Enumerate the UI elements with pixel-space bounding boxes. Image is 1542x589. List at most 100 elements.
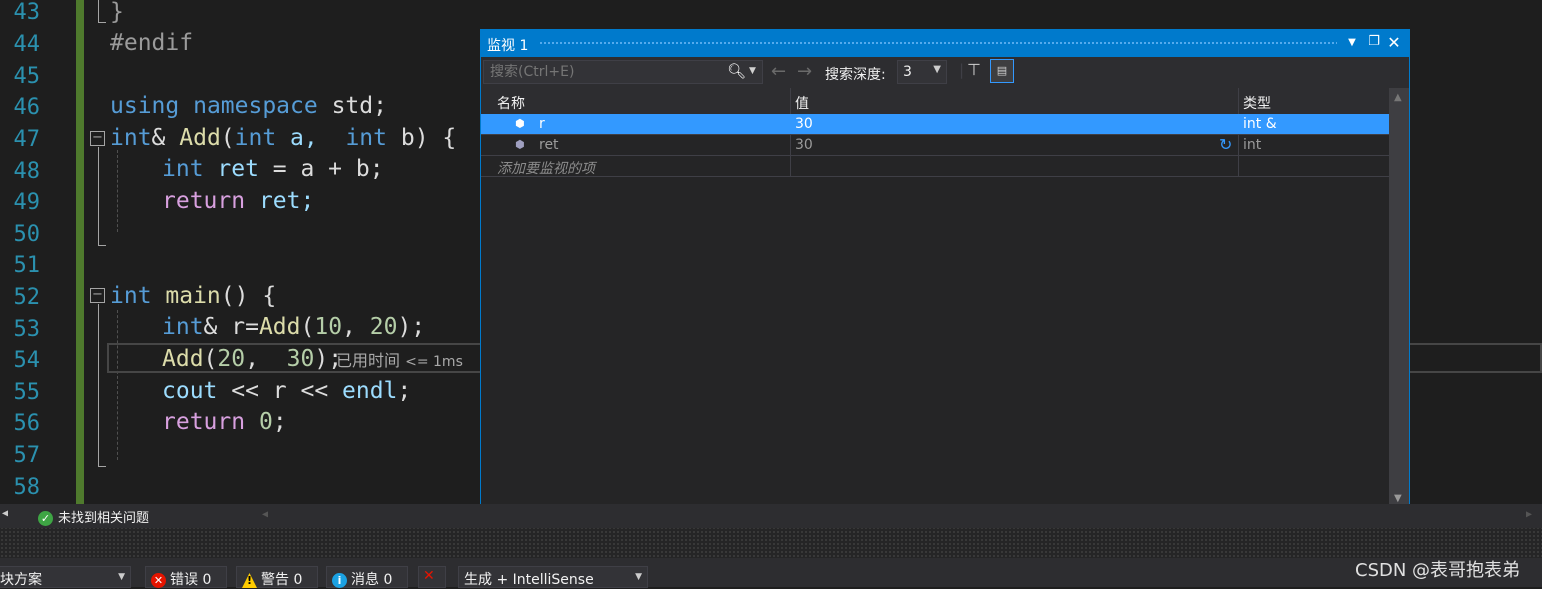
watch-row[interactable]: ⬢ r 30 int & xyxy=(481,114,1389,135)
line-number: 49 xyxy=(13,190,41,215)
solution-scope-label: 块方案 xyxy=(0,572,42,588)
add-watch-row[interactable]: 添加要监视的项 xyxy=(481,156,1389,177)
vertical-scrollbar[interactable]: ▲ ▼ xyxy=(1389,88,1409,508)
scroll-left-icon[interactable]: ◀ xyxy=(262,509,268,520)
scroll-down-icon[interactable]: ▼ xyxy=(1394,493,1402,504)
collapse-icon[interactable]: − xyxy=(90,288,105,303)
variable-icon: ⬢ xyxy=(515,117,525,130)
line-number: 57 xyxy=(13,443,41,468)
search-depth-label: 搜索深度: xyxy=(825,67,886,83)
errors-filter-button[interactable]: ✕ 错误 0 xyxy=(145,566,227,588)
add-watch-placeholder: 添加要监视的项 xyxy=(497,161,595,177)
code-token: ret xyxy=(203,156,273,182)
code-token: , xyxy=(245,346,287,372)
forward-arrow-icon[interactable]: → xyxy=(797,61,812,82)
code-token: << r << xyxy=(217,378,343,404)
check-icon: ✓ xyxy=(38,511,53,526)
code-token: Add xyxy=(179,125,221,151)
watch-grid-header: 名称 值 类型 xyxy=(481,88,1389,114)
code-token: cout xyxy=(162,378,218,404)
perf-tip-value: <= 1ms xyxy=(405,354,463,370)
line-number: 50 xyxy=(13,222,41,247)
watch-row-name: ret xyxy=(539,137,559,153)
code-token: ( xyxy=(220,125,235,151)
code-token: Add xyxy=(162,346,204,372)
code-token: = a + b; xyxy=(272,156,384,182)
watch-title-bar[interactable]: 监视 1 ▼ ❐ ✕ xyxy=(481,30,1409,57)
error-icon: ✕ xyxy=(151,573,166,588)
view-format-icon[interactable]: ▤ xyxy=(990,59,1014,83)
code-token: namespace xyxy=(179,93,332,119)
column-header-value[interactable]: 值 xyxy=(795,93,809,113)
chevron-down-icon: ▼ xyxy=(118,572,125,582)
close-icon[interactable]: ✕ xyxy=(1385,33,1403,52)
code-line: return 0; xyxy=(162,406,287,438)
maximize-icon[interactable]: ❐ xyxy=(1365,34,1383,49)
issues-indicator[interactable]: ✓ 未找到相关问题 xyxy=(38,507,149,526)
watch-window[interactable]: 监视 1 ▼ ❐ ✕ 🔍︎ ▼ ← → 搜索深度: 3▼ | ⊤ ▤ 名称 值 … xyxy=(480,29,1410,509)
code-token: int xyxy=(345,125,387,151)
line-number: 54 xyxy=(13,348,41,373)
warnings-filter-button[interactable]: ! 警告 0 xyxy=(236,566,318,588)
clear-filter-icon[interactable]: ✕ xyxy=(418,566,446,588)
search-options-dropdown-icon[interactable]: ▼ xyxy=(749,66,756,76)
scroll-right-icon[interactable]: ▶ xyxy=(1526,509,1532,520)
code-token: ( xyxy=(300,314,315,340)
chevron-left-icon[interactable]: ◀ xyxy=(2,508,8,519)
search-icon[interactable]: 🔍︎ xyxy=(727,62,746,80)
window-position-dropdown-icon[interactable]: ▼ xyxy=(1343,37,1361,48)
code-token: int xyxy=(234,125,277,151)
code-line: int main() { xyxy=(110,280,276,312)
code-token: ; xyxy=(272,409,287,435)
line-number: 51 xyxy=(13,253,41,278)
build-filter-select[interactable]: 生成 + IntelliSense ▼ xyxy=(458,566,648,588)
scroll-up-icon[interactable]: ▲ xyxy=(1394,92,1402,103)
collapse-icon[interactable]: − xyxy=(90,131,105,146)
code-token: 0 xyxy=(258,409,273,435)
column-header-name[interactable]: 名称 xyxy=(497,93,525,113)
column-header-type[interactable]: 类型 xyxy=(1243,93,1271,113)
change-tracking-margin xyxy=(76,0,84,504)
code-token: a, xyxy=(276,125,346,151)
search-depth-value: 3 xyxy=(903,64,912,80)
line-number: 55 xyxy=(13,380,41,405)
variable-icon: ⬢ xyxy=(515,138,525,151)
back-arrow-icon[interactable]: ← xyxy=(771,61,786,82)
code-line: cout << r << endl; xyxy=(162,375,411,407)
watch-row-name: r xyxy=(539,116,545,132)
code-line: using namespace std; xyxy=(110,90,387,122)
refresh-icon[interactable]: ↻ xyxy=(1219,135,1232,154)
watch-row[interactable]: ⬢ ret 30 ↻ int xyxy=(481,135,1389,156)
code-token: return xyxy=(162,409,246,435)
code-line: } xyxy=(110,0,124,28)
messages-filter-button[interactable]: i 消息 0 xyxy=(326,566,408,588)
search-depth-select[interactable]: 3 ▼ xyxy=(897,60,947,84)
info-icon: i xyxy=(332,573,347,588)
code-line: Add(20, 30); xyxy=(162,343,342,375)
code-line: #endif xyxy=(110,30,194,56)
code-token: & r= xyxy=(203,314,259,340)
watch-row-value[interactable]: 30 xyxy=(795,116,813,132)
build-filter-value: 生成 + IntelliSense xyxy=(464,572,594,588)
search-input[interactable] xyxy=(483,60,763,84)
solution-scope-select[interactable]: 块方案 ▼ xyxy=(0,566,131,588)
outline-line xyxy=(98,466,106,467)
pin-icon[interactable]: ⊤ xyxy=(967,60,981,79)
line-number: 45 xyxy=(13,64,41,89)
perf-tip[interactable]: 已用时间 <= 1ms xyxy=(336,347,463,371)
code-line: int& Add(int a, int b) { xyxy=(110,122,456,154)
line-number: 58 xyxy=(13,475,41,500)
indent-guide xyxy=(117,310,118,460)
watch-row-type: int & xyxy=(1243,116,1277,132)
watch-title: 监视 1 xyxy=(487,38,529,54)
code-line: int& r=Add(10, 20); xyxy=(162,311,425,343)
code-token: ; xyxy=(397,378,412,404)
drag-grip[interactable] xyxy=(539,41,1337,46)
code-token: int xyxy=(110,125,152,151)
line-number: 48 xyxy=(13,159,41,184)
watch-row-value[interactable]: 30 xyxy=(795,137,813,153)
line-number: 56 xyxy=(13,411,41,436)
code-token: & xyxy=(151,125,180,151)
panel-splitter[interactable] xyxy=(0,528,1542,558)
